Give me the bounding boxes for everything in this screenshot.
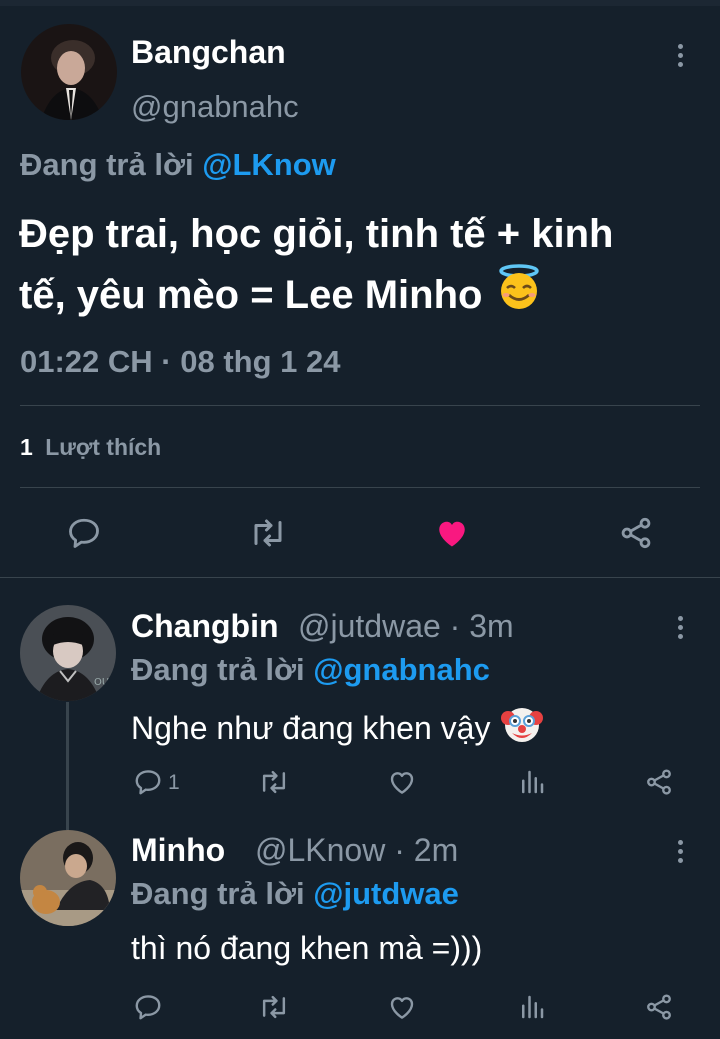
share-icon[interactable] — [644, 767, 674, 797]
tweet-text: Đẹp trai, học giỏi, tinh tế + kinh tế, y… — [19, 206, 614, 327]
reply-icon[interactable] — [66, 515, 102, 551]
reply-text: Nghe như đang khen vậy — [131, 702, 544, 754]
analytics-icon[interactable] — [517, 767, 547, 797]
analytics-icon[interactable] — [517, 992, 547, 1022]
reply-icon[interactable] — [133, 992, 163, 1022]
reply-text: thì nó đang khen mà =))) — [131, 930, 483, 966]
svg-text:OU: OU — [94, 677, 109, 688]
reply-author-handle[interactable]: @jutdwae · 3m — [298, 608, 514, 645]
likes-summary[interactable]: 1 Lượt thích — [20, 434, 161, 461]
replying-to: Đang trả lời @jutdwae — [131, 876, 459, 912]
share-icon[interactable] — [644, 992, 674, 1022]
tweet-timestamp[interactable]: 01:22 CH · 08 thg 1 24 — [20, 344, 340, 380]
tweet-text-line1: Đẹp trai, học giỏi, tinh tế + kinh — [19, 212, 614, 256]
more-options-icon[interactable] — [668, 610, 692, 644]
avatar-minho[interactable] — [20, 830, 116, 926]
avatar-changbin[interactable]: OU — [20, 605, 116, 701]
reply-author-name[interactable]: Changbin — [131, 608, 279, 645]
mention-link[interactable]: @jutdwae — [313, 876, 459, 911]
top-edge — [0, 0, 720, 6]
likes-label: Lượt thích — [45, 434, 162, 460]
replying-to: Đang trả lời @gnabnahc — [131, 652, 490, 688]
avatar-bangchan[interactable] — [21, 24, 117, 120]
likes-count: 1 — [20, 434, 33, 460]
retweet-icon[interactable] — [258, 767, 290, 797]
reply-count: 1 — [168, 771, 180, 794]
divider — [0, 577, 720, 578]
more-options-icon[interactable] — [668, 38, 692, 72]
replying-to: Đang trả lời @LKnow — [20, 147, 336, 183]
reply-text-body: Nghe như đang khen vậy — [131, 709, 491, 746]
like-icon[interactable] — [387, 767, 417, 797]
divider — [20, 405, 700, 406]
like-icon-filled[interactable] — [434, 515, 470, 551]
tweet-text-line2: tế, yêu mèo = Lee Minho — [19, 272, 483, 317]
more-options-icon[interactable] — [668, 834, 692, 868]
reply-icon[interactable] — [133, 767, 163, 797]
retweet-icon[interactable] — [258, 992, 290, 1022]
smiling-face-with-halo-icon — [494, 262, 544, 327]
replying-prefix: Đang trả lời — [131, 652, 305, 687]
reply-author-name[interactable]: Minho — [131, 832, 225, 869]
author-name[interactable]: Bangchan — [131, 34, 286, 71]
clown-face-icon — [500, 702, 544, 754]
retweet-icon[interactable] — [248, 515, 288, 551]
reply-author-handle[interactable]: @LKnow · 2m — [255, 832, 458, 869]
replying-prefix: Đang trả lời — [131, 876, 305, 911]
divider — [20, 487, 700, 488]
like-icon[interactable] — [387, 992, 417, 1022]
share-icon[interactable] — [618, 515, 654, 551]
author-handle[interactable]: @gnabnahc — [131, 89, 299, 125]
replying-prefix: Đang trả lời — [20, 147, 194, 182]
thread-line — [66, 702, 69, 830]
mention-link[interactable]: @gnabnahc — [313, 652, 490, 687]
mention-link[interactable]: @LKnow — [202, 147, 336, 182]
